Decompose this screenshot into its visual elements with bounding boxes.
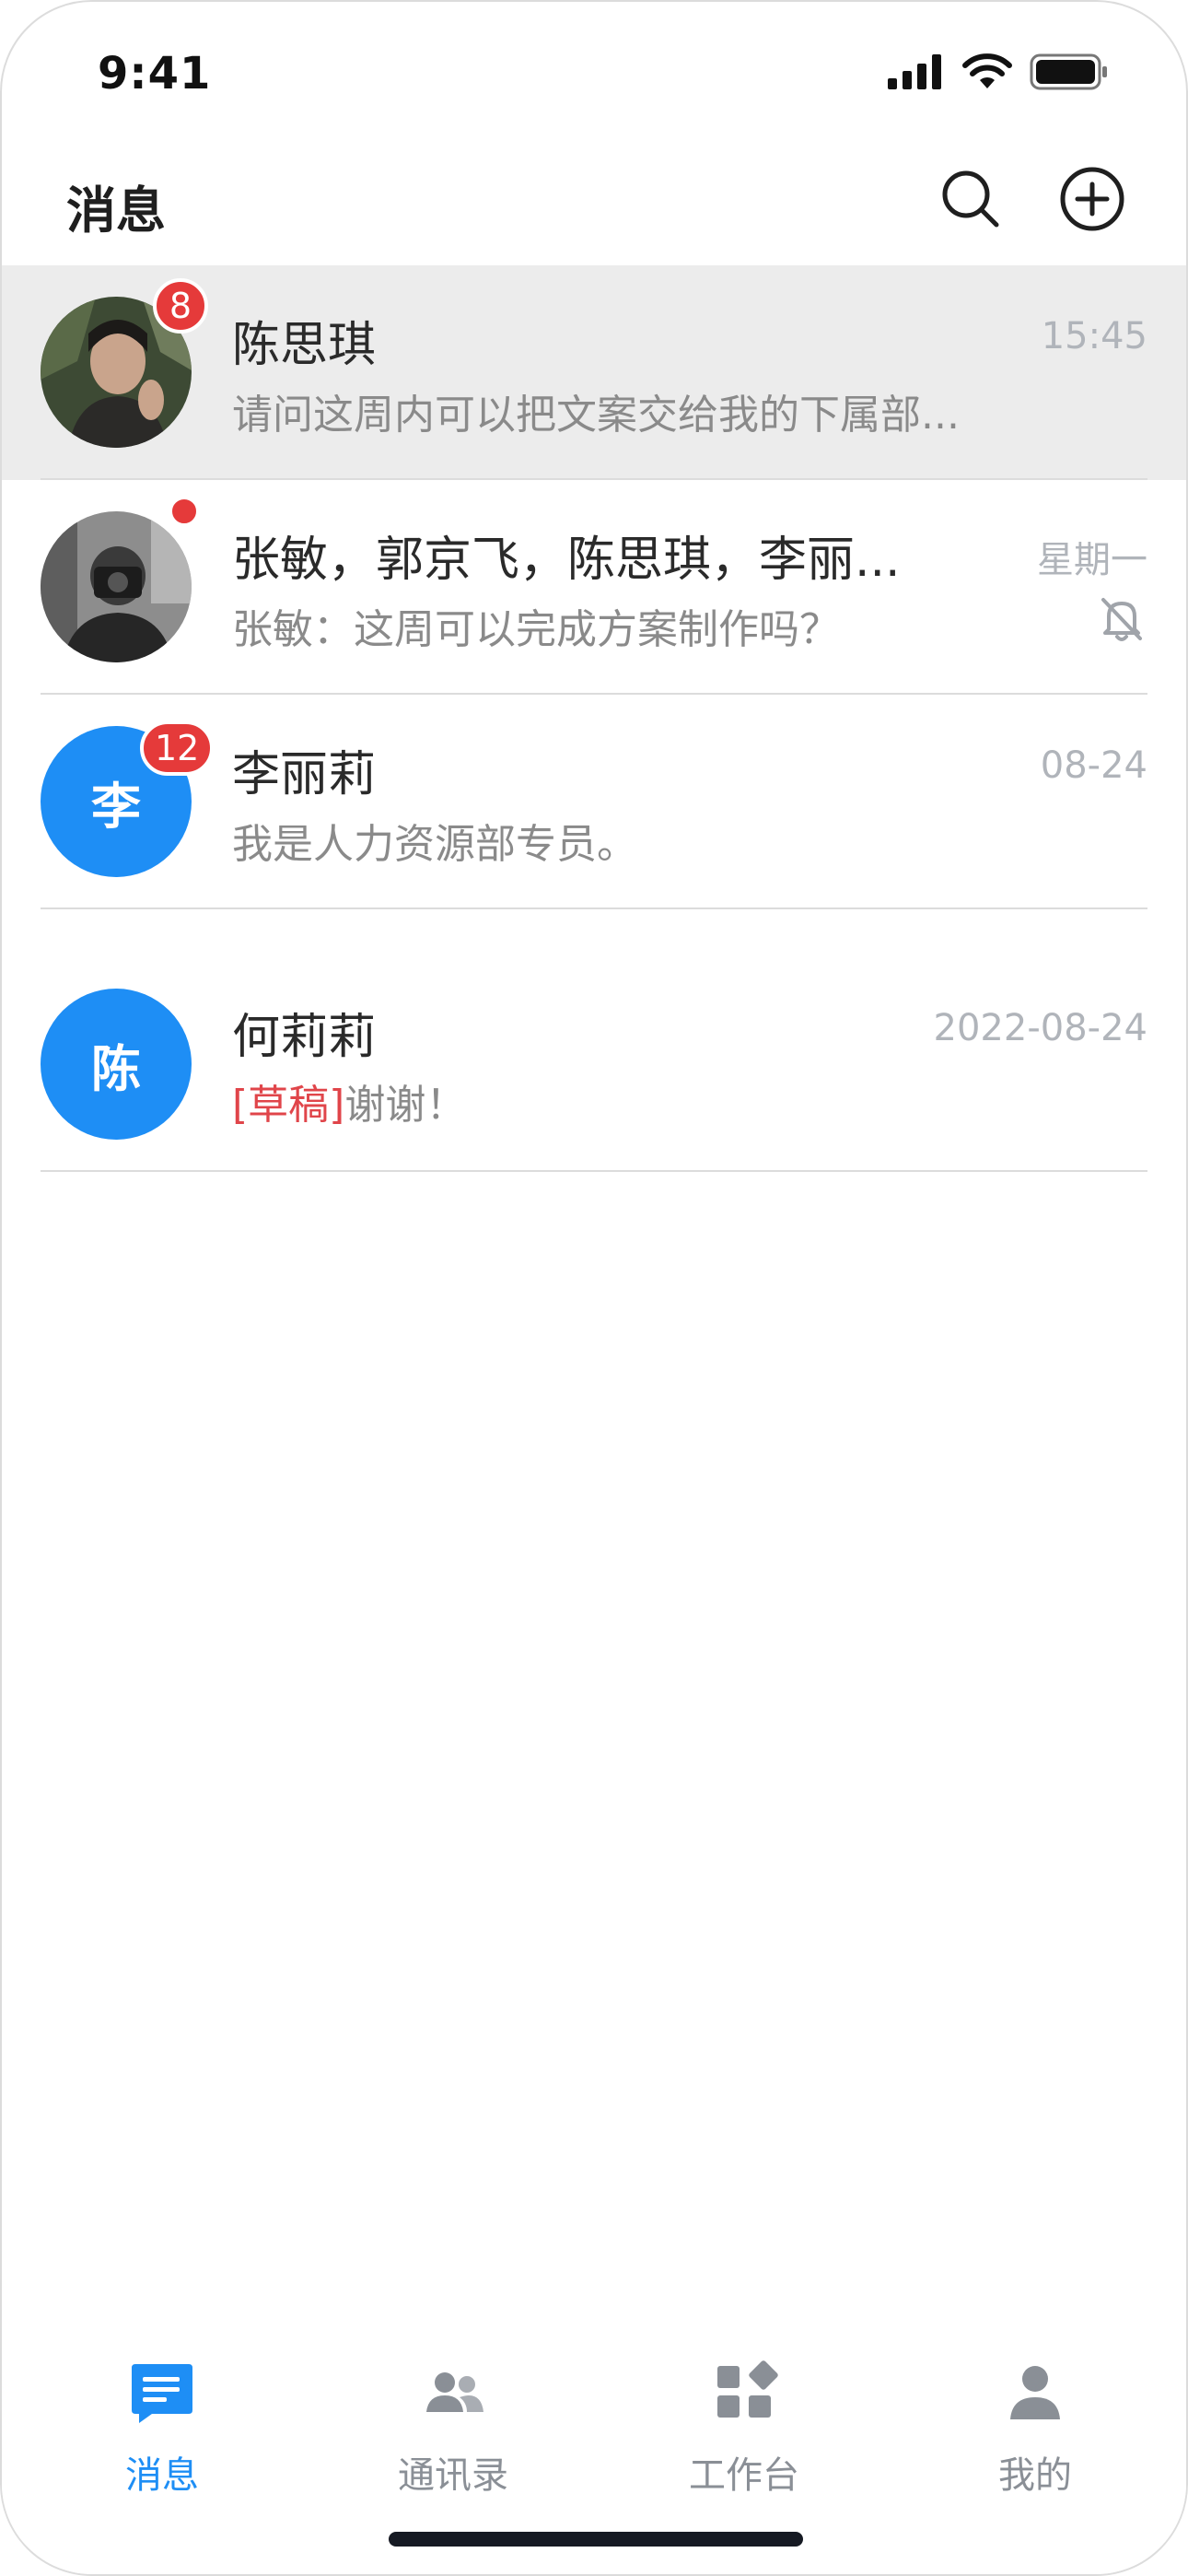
signal-icon — [888, 54, 941, 89]
tab-bar: 消息 通讯录 工作台 我的 — [2, 2274, 1186, 2574]
conversation-preview: 张敏：这周可以完成方案制作吗？ — [232, 606, 840, 653]
page-title: 消息 — [66, 181, 166, 240]
unread-dot — [169, 497, 199, 526]
tab-bar-fade — [2, 2274, 1186, 2311]
workbench-icon — [717, 2360, 778, 2418]
status-icons — [888, 53, 1109, 90]
status-time: 9:41 — [98, 48, 212, 100]
conversation-row[interactable]: 8 陈思琪 请问这周内可以把文案交给我的下属部... 15:45 — [2, 265, 1186, 480]
conversation-preview: 请问这周内可以把文案交给我的下属部... — [232, 392, 960, 439]
tab-messages[interactable]: 消息 — [70, 2357, 254, 2513]
unread-badge: 12 — [140, 720, 215, 776]
conversation-name: 何莉莉 — [232, 1010, 377, 1065]
conversation-row[interactable]: 张敏，郭京飞，陈思琪，李丽... 张敏：这周可以完成方案制作吗？ 星期一 — [2, 480, 1186, 695]
unread-badge: 8 — [153, 278, 208, 334]
tab-workbench[interactable]: 工作台 — [652, 2357, 836, 2513]
conversation-time: 08-24 — [1040, 744, 1147, 787]
avatar: 陈 — [41, 989, 192, 1140]
conversation-name: 陈思琪 — [232, 318, 377, 373]
battery-icon — [1030, 53, 1107, 90]
conversation-name: 李丽莉 — [232, 747, 377, 802]
tab-label: 通讯录 — [398, 2454, 508, 2497]
tab-profile[interactable]: 我的 — [943, 2357, 1127, 2513]
photo-avatar-camera — [41, 511, 192, 662]
message-icon — [132, 2364, 192, 2423]
header: 消息 — [2, 149, 1186, 265]
mute-bell-icon — [1101, 598, 1142, 641]
conversation-preview: 我是人力资源部专员。 — [232, 821, 637, 868]
conversation-row[interactable]: 陈 何莉莉 [草稿]谢谢！ 2022-08-24 — [2, 909, 1186, 1172]
tab-contacts[interactable]: 通讯录 — [361, 2357, 545, 2513]
tab-label: 工作台 — [689, 2454, 799, 2497]
search-icon — [942, 170, 999, 228]
conversation-time: 星期一 — [1037, 539, 1147, 581]
draft-text: 谢谢！ — [344, 1082, 467, 1129]
search-button[interactable] — [938, 166, 1004, 232]
tab-label: 我的 — [998, 2454, 1072, 2497]
conversation-time: 2022-08-24 — [933, 1007, 1147, 1049]
tab-label: 消息 — [125, 2454, 199, 2497]
home-indicator[interactable] — [389, 2532, 803, 2547]
contacts-icon — [426, 2372, 483, 2412]
conversation-row[interactable]: 李 12 李丽莉 我是人力资源部专员。 08-24 — [2, 695, 1186, 909]
profile-icon — [1010, 2366, 1060, 2419]
status-bar: 9:41 — [2, 2, 1186, 149]
avatar — [41, 511, 192, 662]
wifi-icon — [962, 53, 1012, 88]
divider — [41, 1170, 1147, 1172]
conversation-list: 8 陈思琪 请问这周内可以把文案交给我的下属部... 15:45 张敏，郭京飞，… — [2, 265, 1186, 1172]
conversation-preview: [草稿]谢谢！ — [232, 1071, 466, 1130]
add-button[interactable] — [1059, 166, 1125, 232]
conversation-time: 15:45 — [1041, 315, 1147, 357]
plus-circle-icon — [1060, 167, 1124, 231]
conversation-name: 张敏，郭京飞，陈思琪，李丽... — [232, 533, 901, 588]
phone-screen: 9:41 消息 8 陈思琪 请问这周内可以把文案交给我的下属部... 15:45… — [0, 0, 1188, 2576]
draft-label: [草稿] — [232, 1082, 345, 1129]
